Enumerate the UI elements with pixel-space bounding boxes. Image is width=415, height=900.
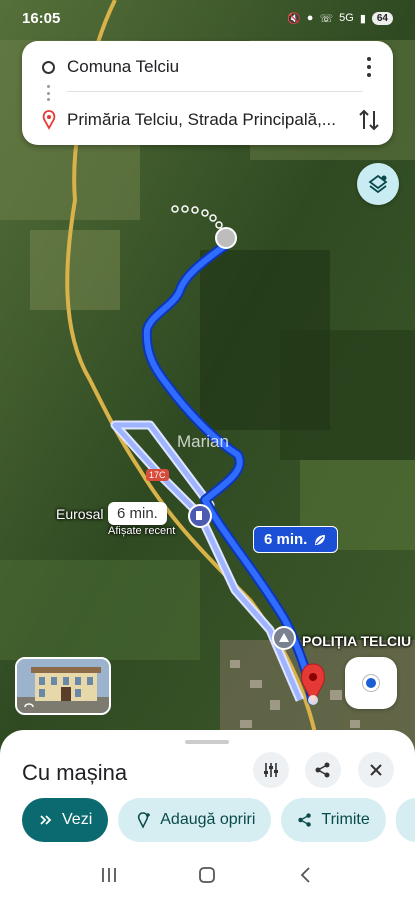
add-stop-icon (138, 812, 151, 829)
divider (67, 91, 363, 92)
share-icon (298, 813, 312, 827)
settings-sliders-icon (264, 763, 278, 777)
directions-card: Comuna Telciu Primăria Telciu, Strada Pr… (22, 41, 393, 145)
add-stops-chip[interactable]: Adaugă opriri (118, 798, 272, 842)
leaf-icon (315, 534, 326, 545)
close-button[interactable] (358, 752, 394, 788)
destination-row[interactable]: Primăria Telciu, Strada Principală,... (22, 97, 393, 143)
double-chevron-icon (40, 815, 52, 825)
battery-badge: 64 (371, 11, 393, 25)
main-route-time-text: 6 min. (264, 531, 308, 548)
road-number-badge: 17C (146, 469, 169, 481)
police-label[interactable]: POLIȚIA TELCIU (302, 633, 411, 649)
share-icon (315, 762, 330, 778)
action-chips: Vezi Adaugă opriri Trimite (22, 798, 415, 842)
send-chip[interactable]: Trimite (281, 798, 386, 842)
more-chip-edge[interactable] (395, 798, 415, 842)
street-view-thumbnail[interactable] (15, 657, 111, 715)
send-chip-label: Trimite (321, 811, 370, 828)
drag-handle[interactable] (185, 740, 229, 744)
more-options-icon[interactable] (359, 55, 379, 79)
location-icon (363, 675, 379, 691)
origin-row[interactable]: Comuna Telciu (22, 44, 393, 90)
street-view-image (17, 659, 109, 713)
network-label: 5G (339, 12, 354, 24)
my-location-button[interactable] (345, 657, 397, 709)
phone-icon: ☏ (319, 12, 334, 25)
view-chip[interactable]: Vezi (22, 798, 109, 842)
view-chip-label: Vezi (62, 811, 93, 828)
route-options-button[interactable] (253, 752, 289, 788)
home-icon[interactable] (195, 863, 219, 887)
system-nav-bar (0, 850, 415, 900)
signal-icon: ▮ (359, 12, 366, 25)
add-stops-chip-label: Adaugă opriri (160, 811, 256, 828)
main-route-time[interactable]: 6 min. (253, 526, 339, 553)
close-icon (370, 764, 382, 776)
destination-text[interactable]: Primăria Telciu, Strada Principală,... (67, 110, 347, 130)
swap-icon[interactable] (357, 107, 381, 133)
layers-icon (368, 174, 388, 194)
origin-text[interactable]: Comuna Telciu (67, 57, 347, 77)
alt-route-time[interactable]: 6 min. (108, 502, 167, 525)
village-label: Marian (177, 432, 229, 451)
travel-mode-title: Cu mașina (22, 760, 128, 785)
back-icon[interactable] (294, 863, 318, 887)
share-route-button[interactable] (305, 752, 341, 788)
origin-circle-icon (42, 60, 55, 74)
layers-button[interactable] (357, 163, 399, 205)
status-bar: 16:05 🔇 ● ☏ 5G ▮ 64 (0, 0, 415, 36)
poi-note: Afișate recent (108, 525, 176, 537)
destination-pin-icon (42, 110, 56, 130)
recent-apps-icon[interactable] (97, 863, 121, 887)
status-time: 16:05 (22, 9, 61, 27)
poi-label[interactable]: Eurosal (56, 506, 103, 522)
location-status-icon: ● (306, 12, 314, 24)
mute-icon: 🔇 (287, 12, 301, 25)
status-icons: 🔇 ● ☏ 5G ▮ 64 (287, 11, 393, 25)
